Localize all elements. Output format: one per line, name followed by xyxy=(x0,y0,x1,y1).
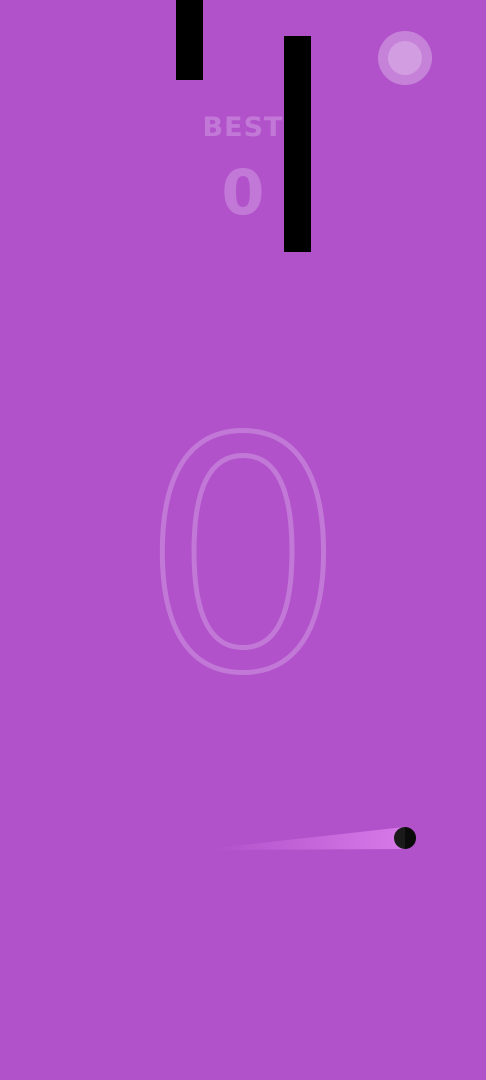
game-stage[interactable]: BEST 0 0 xyxy=(0,0,486,1080)
player-ball-shade xyxy=(405,827,416,849)
player-layer xyxy=(215,827,416,850)
ball-trail xyxy=(215,827,405,850)
